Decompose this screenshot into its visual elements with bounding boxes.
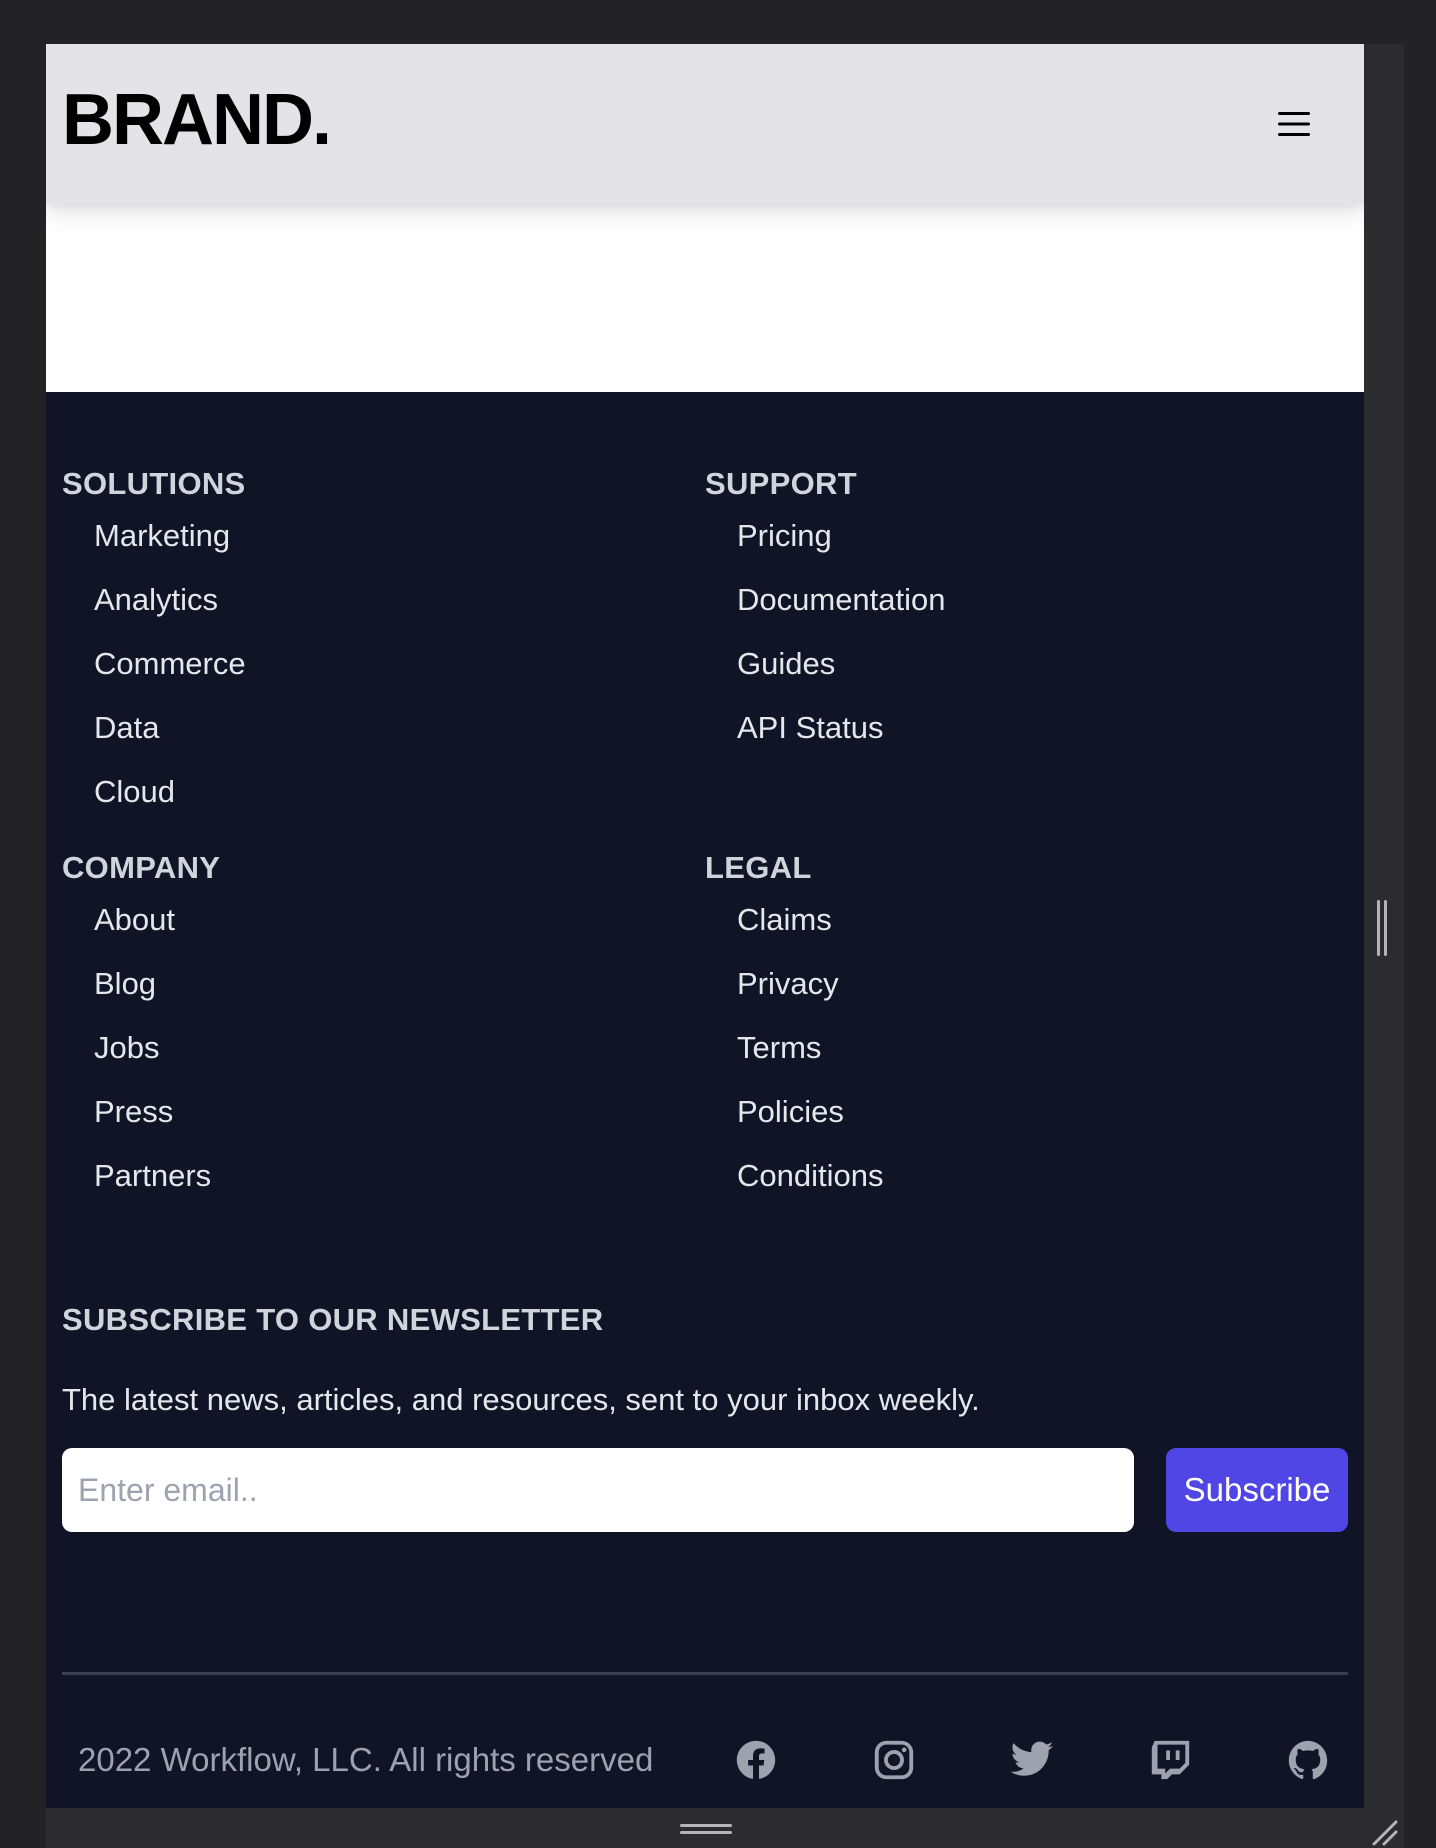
horizontal-resize-handle[interactable] [680,1824,732,1836]
footer-column-solutions: SOLUTIONS Marketing Analytics Commerce D… [62,464,662,836]
instagram-link[interactable] [870,1736,918,1784]
hamburger-menu-icon [1278,112,1310,136]
facebook-link[interactable] [732,1736,780,1784]
footer-link[interactable]: Press [94,1092,662,1132]
footer-link[interactable]: Marketing [94,516,662,556]
facebook-icon [736,1740,776,1779]
footer-link[interactable]: About [94,900,662,940]
twitter-link[interactable] [1008,1736,1056,1784]
subscribe-button[interactable]: Subscribe [1166,1448,1348,1532]
newsletter-title: SUBSCRIBE TO OUR NEWSLETTER [62,1302,604,1337]
footer-link[interactable]: Conditions [737,1156,1305,1196]
page-viewport: BRAND. SOLUTIONS Marketing Analytics Com… [46,44,1364,1808]
github-icon [1288,1740,1328,1780]
footer-link[interactable]: Documentation [737,580,1305,620]
github-link[interactable] [1284,1736,1332,1784]
footer-column-company: COMPANY About Blog Jobs Press Partners [62,848,662,1220]
instagram-icon [874,1740,914,1780]
footer-link[interactable]: Commerce [94,644,662,684]
copyright-text: 2022 Workflow, LLC. All rights reserved [78,1741,654,1778]
footer-link[interactable]: Terms [737,1028,1305,1068]
newsletter-description: The latest news, articles, and resources… [62,1382,980,1417]
footer-link[interactable]: Blog [94,964,662,1004]
footer-link[interactable]: Cloud [94,772,662,812]
footer-link[interactable]: Privacy [737,964,1305,1004]
email-input[interactable] [62,1448,1134,1532]
brand-logo[interactable]: BRAND. [62,84,332,156]
footer: SOLUTIONS Marketing Analytics Commerce D… [46,392,1364,1808]
hero-section [46,204,1364,392]
column-title: LEGAL [705,850,812,885]
footer-link[interactable]: Pricing [737,516,1305,556]
footer-link[interactable]: Analytics [94,580,662,620]
twitch-icon [1151,1740,1190,1780]
column-title: SUPPORT [705,466,857,501]
footer-link[interactable]: Partners [94,1156,662,1196]
column-title: COMPANY [62,850,221,885]
footer-column-support: SUPPORT Pricing Documentation Guides API… [705,464,1305,772]
footer-column-legal: LEGAL Claims Privacy Terms Policies Cond… [705,848,1305,1220]
menu-button[interactable] [1270,100,1318,148]
footer-link[interactable]: Policies [737,1092,1305,1132]
footer-link[interactable]: Data [94,708,662,748]
twitter-icon [1010,1741,1054,1776]
vertical-resize-handle[interactable] [1376,900,1390,956]
column-title: SOLUTIONS [62,466,246,501]
twitch-link[interactable] [1146,1736,1194,1784]
footer-divider [62,1672,1348,1675]
corner-resize-icon[interactable] [1370,1818,1398,1846]
footer-link[interactable]: Guides [737,644,1305,684]
footer-link[interactable]: Claims [737,900,1305,940]
navbar: BRAND. [46,44,1364,204]
footer-link[interactable]: API Status [737,708,1305,748]
footer-link[interactable]: Jobs [94,1028,662,1068]
